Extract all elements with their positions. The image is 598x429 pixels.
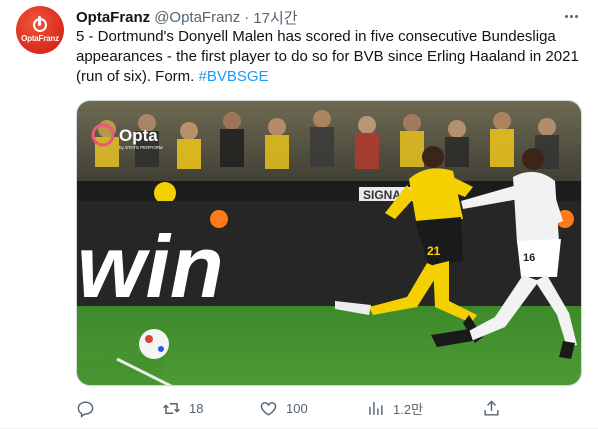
bvb-number: 21 bbox=[427, 244, 441, 258]
heart-icon bbox=[260, 401, 277, 416]
frankfurt-number: 16 bbox=[523, 252, 535, 264]
header-separator: · bbox=[244, 8, 250, 26]
football-photo: SIGNA win Opta by STATS PERFORM 21 16 bbox=[77, 101, 581, 385]
bvb-badge bbox=[154, 182, 176, 204]
avatar-logo-text: OptaFranz bbox=[21, 33, 59, 43]
action-bar: 18 100 1.2만 bbox=[76, 396, 506, 420]
tweet-card[interactable]: OptaFranz OptaFranz @OptaFranz · 17시간 5 … bbox=[0, 0, 598, 429]
views-icon bbox=[369, 401, 383, 415]
tweet-text: 5 - Dortmund's Donyell Malen has scored … bbox=[76, 27, 586, 87]
watermark-sub: by STATS PERFORM bbox=[119, 145, 163, 150]
share-icon bbox=[484, 399, 499, 416]
watermark-brand: Opta bbox=[119, 126, 158, 145]
tweet-media[interactable]: SIGNA win Opta by STATS PERFORM 21 16 bbox=[76, 100, 582, 386]
share-button[interactable] bbox=[482, 396, 509, 420]
tweet-timestamp[interactable]: 17시간 bbox=[253, 7, 297, 28]
retweet-icon bbox=[163, 402, 180, 414]
tweet-body: 5 - Dortmund's Donyell Malen has scored … bbox=[76, 28, 579, 85]
like-count: 100 bbox=[286, 400, 308, 416]
reply-icon bbox=[77, 400, 94, 418]
board-text: win bbox=[77, 217, 224, 316]
retweet-count: 18 bbox=[189, 400, 204, 416]
views-count: 1.2만 bbox=[393, 401, 424, 417]
tweet-header: OptaFranz @OptaFranz · 17시간 bbox=[76, 7, 582, 27]
reply-button[interactable] bbox=[76, 396, 103, 420]
author-avatar[interactable]: OptaFranz bbox=[16, 6, 64, 54]
hashtag-link[interactable]: #BVBSGE bbox=[199, 68, 269, 85]
author-name[interactable]: OptaFranz bbox=[76, 9, 150, 26]
views-button[interactable]: 1.2만 bbox=[366, 396, 423, 420]
author-handle[interactable]: @OptaFranz bbox=[154, 9, 240, 26]
football bbox=[139, 329, 169, 359]
like-button[interactable]: 100 bbox=[259, 396, 308, 420]
more-options-icon[interactable] bbox=[560, 5, 582, 27]
opta-logo-icon bbox=[33, 15, 47, 32]
retweet-button[interactable]: 18 bbox=[162, 396, 203, 420]
